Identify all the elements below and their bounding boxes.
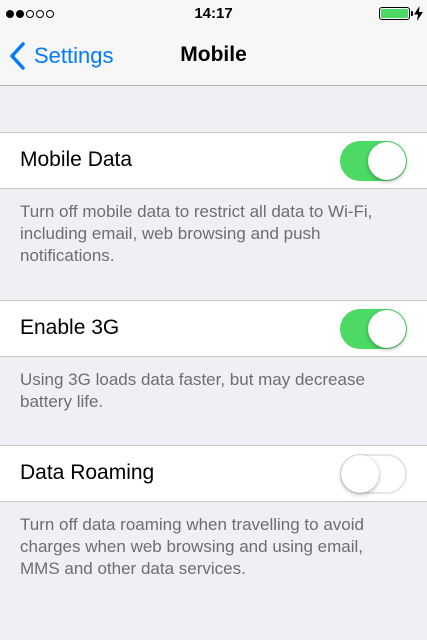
- setting-label: Enable 3G: [20, 316, 120, 339]
- setting-footer-text: Turn off data roaming when travelling to…: [20, 515, 364, 578]
- setting-footer-text: Turn off mobile data to restrict all dat…: [20, 202, 373, 265]
- page-title: Mobile: [180, 43, 247, 66]
- lightning-bolt-icon: [414, 6, 423, 21]
- battery-tip: [411, 11, 413, 16]
- toggle-knob: [368, 142, 406, 180]
- setting-row-enable-3g: Enable 3G: [0, 300, 427, 357]
- setting-row-mobile-data: Mobile Data: [0, 132, 427, 189]
- setting-row-data-roaming: Data Roaming: [0, 445, 427, 502]
- setting-group-enable-3g: Enable 3G Using 3G loads data faster, bu…: [0, 300, 427, 413]
- setting-group-mobile-data: Mobile Data Turn off mobile data to rest…: [0, 132, 427, 267]
- enable-3g-toggle[interactable]: [340, 309, 407, 349]
- status-time: 14:17: [194, 5, 233, 22]
- toggle-knob: [368, 310, 406, 348]
- navigation-bar: Settings Mobile: [0, 28, 427, 86]
- mobile-data-toggle[interactable]: [340, 141, 407, 181]
- setting-footer-text: Using 3G loads data faster, but may decr…: [20, 370, 365, 411]
- setting-label: Data Roaming: [20, 461, 155, 484]
- battery-level: [381, 9, 408, 18]
- setting-group-data-roaming: Data Roaming Turn off data roaming when …: [0, 445, 427, 580]
- setting-label: Mobile Data: [20, 148, 133, 171]
- data-roaming-toggle[interactable]: [340, 454, 407, 494]
- battery-icon: [379, 7, 410, 20]
- status-bar: 14:17: [0, 0, 427, 28]
- toggle-knob: [341, 455, 379, 493]
